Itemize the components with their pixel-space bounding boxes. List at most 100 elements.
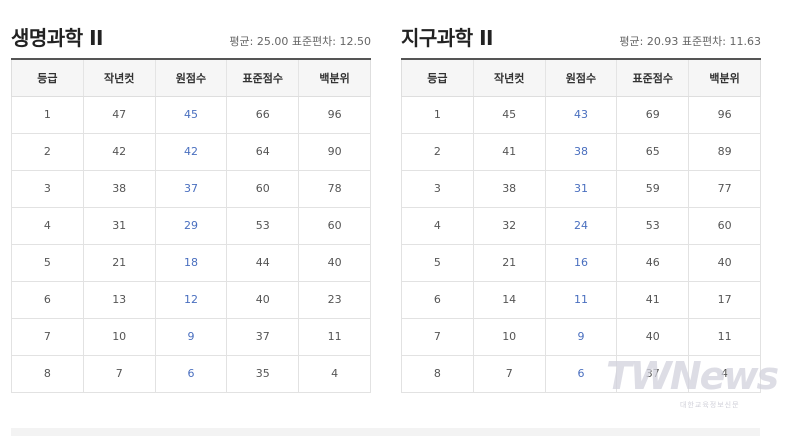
col-percentile: 백분위 [298,58,371,97]
col-grade: 등급 [11,58,84,97]
cell-raw-score: 9 [154,317,228,356]
cell-grade: 6 [11,280,84,319]
cell-percentile: 96 [298,95,371,134]
cell-standard-score: 65 [616,132,690,171]
cell-raw-score: 18 [154,243,228,282]
cell-last-year-cut: 31 [82,206,156,245]
cell-raw-score: 45 [154,95,228,134]
table-row: 2 42 42 64 90 [11,132,371,171]
footer-divider [11,428,760,436]
cell-percentile: 40 [298,243,371,282]
cell-standard-score: 66 [226,95,300,134]
cell-grade: 8 [11,354,84,393]
col-last-year-cut: 작년컷 [82,58,156,97]
table-row: 4 31 29 53 60 [11,206,371,245]
cell-last-year-cut: 47 [82,95,156,134]
cell-grade: 5 [11,243,84,282]
cell-percentile: 11 [298,317,371,356]
cell-last-year-cut: 7 [82,354,156,393]
subject-title: 생명과학 II [11,26,103,50]
cell-grade: 5 [401,243,474,282]
cell-percentile: 60 [298,206,371,245]
cell-raw-score: 16 [544,243,618,282]
col-raw-score: 원점수 [544,58,617,97]
cell-raw-score: 42 [154,132,228,171]
cell-raw-score: 12 [154,280,228,319]
table-row: 4 32 24 53 60 [401,206,761,245]
cell-last-year-cut: 13 [82,280,156,319]
cell-grade: 4 [11,206,84,245]
cell-percentile: 23 [298,280,371,319]
cell-grade: 8 [401,354,474,393]
panel-header: 생명과학 II 평균: 25.00 표준편차: 12.50 [11,0,371,58]
grade-table: 등급 작년컷 원점수 표준점수 백분위 1 45 43 69 96 2 41 38 65 89 3 3… [401,58,761,393]
cell-last-year-cut: 14 [472,280,546,319]
table-row: 5 21 18 44 40 [11,243,371,282]
grade-table: 등급 작년컷 원점수 표준점수 백분위 1 47 45 66 96 2 42 42 64 90 3 3… [11,58,371,393]
cell-standard-score: 40 [616,317,690,356]
cell-percentile: 40 [688,243,761,282]
cell-standard-score: 69 [616,95,690,134]
cell-raw-score: 43 [544,95,618,134]
panel-header: 지구과학 II 평균: 20.93 표준편차: 11.63 [401,0,761,58]
table-row: 3 38 37 60 78 [11,169,371,208]
cell-raw-score: 38 [544,132,618,171]
table-header-row: 등급 작년컷 원점수 표준점수 백분위 [401,58,761,97]
cell-standard-score: 37 [616,354,690,393]
table-row: 6 14 11 41 17 [401,280,761,319]
cell-last-year-cut: 38 [472,169,546,208]
cell-raw-score: 6 [544,354,618,393]
cell-standard-score: 60 [226,169,300,208]
cell-last-year-cut: 21 [472,243,546,282]
subject-title: 지구과학 II [401,26,493,50]
cell-last-year-cut: 38 [82,169,156,208]
cell-raw-score: 11 [544,280,618,319]
left-score-panel: 생명과학 II 평균: 25.00 표준편차: 12.50 등급 작년컷 원점수… [11,0,371,393]
cell-standard-score: 35 [226,354,300,393]
table-header-row: 등급 작년컷 원점수 표준점수 백분위 [11,58,371,97]
table-row: 5 21 16 46 40 [401,243,761,282]
cell-percentile: 78 [298,169,371,208]
table-row: 6 13 12 40 23 [11,280,371,319]
col-standard-score: 표준점수 [616,58,689,97]
cell-last-year-cut: 10 [82,317,156,356]
table-row: 7 10 9 40 11 [401,317,761,356]
table-row: 8 7 6 35 4 [11,354,371,393]
cell-last-year-cut: 21 [82,243,156,282]
table-row: 1 47 45 66 96 [11,95,371,134]
subject-stats: 평균: 20.93 표준편차: 11.63 [619,35,761,48]
cell-standard-score: 64 [226,132,300,171]
cell-standard-score: 53 [616,206,690,245]
cell-percentile: 4 [298,354,371,393]
cell-standard-score: 37 [226,317,300,356]
cell-raw-score: 31 [544,169,618,208]
table-row: 2 41 38 65 89 [401,132,761,171]
cell-percentile: 4 [688,354,761,393]
right-score-panel: 지구과학 II 평균: 20.93 표준편차: 11.63 등급 작년컷 원점수… [401,0,761,393]
cell-standard-score: 53 [226,206,300,245]
col-raw-score: 원점수 [154,58,227,97]
cell-raw-score: 9 [544,317,618,356]
cell-standard-score: 44 [226,243,300,282]
col-standard-score: 표준점수 [226,58,299,97]
cell-percentile: 60 [688,206,761,245]
cell-percentile: 17 [688,280,761,319]
cell-grade: 6 [401,280,474,319]
cell-raw-score: 6 [154,354,228,393]
cell-grade: 4 [401,206,474,245]
cell-standard-score: 40 [226,280,300,319]
cell-last-year-cut: 41 [472,132,546,171]
cell-percentile: 89 [688,132,761,171]
col-percentile: 백분위 [688,58,761,97]
cell-grade: 2 [11,132,84,171]
cell-grade: 7 [401,317,474,356]
cell-grade: 2 [401,132,474,171]
col-grade: 등급 [401,58,474,97]
table-row: 7 10 9 37 11 [11,317,371,356]
watermark-subtext: 대한교육정보신문 [680,401,740,409]
subject-stats: 평균: 25.00 표준편차: 12.50 [229,35,371,48]
cell-grade: 7 [11,317,84,356]
table-row: 8 7 6 37 4 [401,354,761,393]
cell-grade: 1 [11,95,84,134]
cell-percentile: 77 [688,169,761,208]
